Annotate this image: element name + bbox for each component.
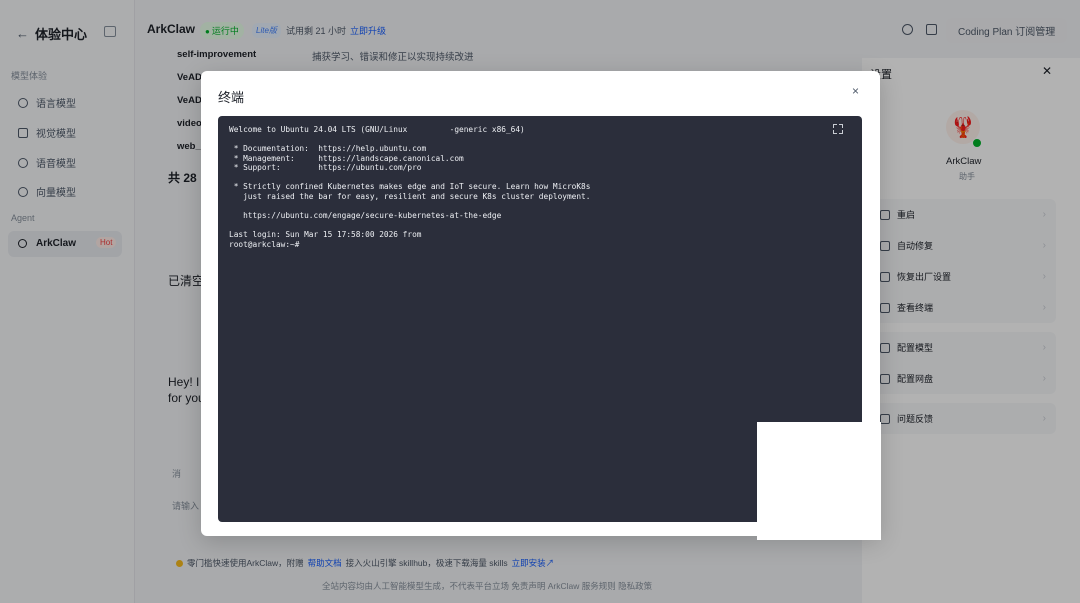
fullscreen-icon[interactable] <box>833 124 843 134</box>
modal-title: 终端 <box>218 90 245 105</box>
terminal-output: Welcome to Ubuntu 24.04 LTS (GNU/Linux -… <box>229 125 591 249</box>
close-icon[interactable]: × <box>852 84 859 98</box>
render-artifact <box>757 422 881 540</box>
